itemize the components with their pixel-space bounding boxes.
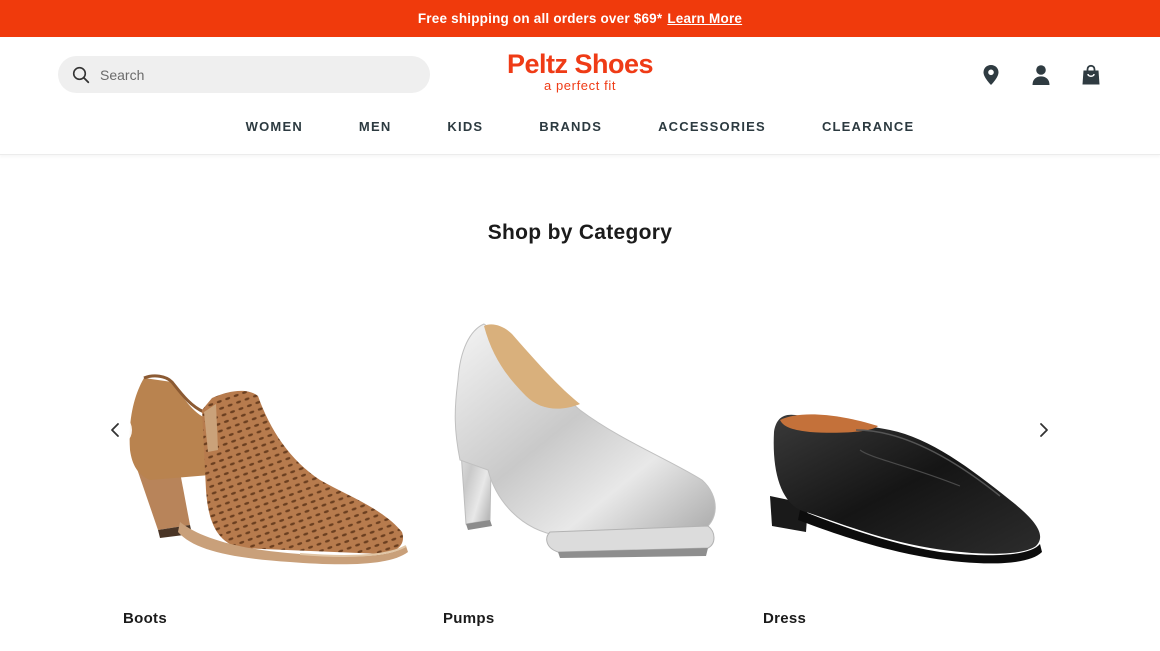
carousel-next-button[interactable] [1027, 413, 1061, 447]
nav-women[interactable]: WOMEN [246, 119, 303, 134]
dress-image [770, 414, 1042, 564]
nav-brands[interactable]: BRANDS [539, 119, 602, 134]
category-carousel: Boots Pumps Dress [0, 300, 1160, 640]
nav-men[interactable]: MEN [359, 119, 392, 134]
boots-image [129, 374, 408, 565]
search-bar[interactable] [58, 56, 430, 93]
nav-kids[interactable]: KIDS [447, 119, 483, 134]
header-icons [980, 64, 1102, 86]
nav-clearance[interactable]: CLEARANCE [822, 119, 914, 134]
category-label-boots: Boots [123, 610, 167, 627]
pumps-image [454, 323, 716, 558]
brand-name: Peltz Shoes [506, 49, 654, 79]
search-icon [72, 66, 90, 84]
search-input[interactable] [100, 66, 400, 83]
learn-more-link[interactable]: Learn More [667, 11, 742, 26]
category-card-pumps[interactable]: Pumps [440, 300, 760, 640]
chevron-right-icon [1040, 423, 1048, 437]
main-nav: WOMEN MEN KIDS BRANDS ACCESSORIES CLEARA… [0, 116, 1160, 136]
carousel-prev-button[interactable] [98, 413, 132, 447]
location-pin-icon[interactable] [980, 64, 1002, 86]
brand-logo[interactable]: Peltz Shoes a perfect fit [480, 49, 680, 93]
category-label-pumps: Pumps [443, 610, 495, 627]
shopping-bag-icon[interactable] [1080, 64, 1102, 86]
nav-accessories[interactable]: ACCESSORIES [658, 119, 766, 134]
account-icon[interactable] [1030, 64, 1052, 86]
promo-text: Free shipping on all orders over $69* [417, 11, 663, 26]
brand-tagline: a perfect fit [543, 78, 617, 93]
chevron-left-icon [111, 423, 119, 437]
section-title: Shop by Category [487, 221, 673, 244]
category-label-dress: Dress [763, 610, 807, 627]
promo-bar: Free shipping on all orders over $69* Le… [0, 0, 1160, 37]
category-card-boots[interactable]: Boots [120, 300, 440, 640]
category-card-dress[interactable]: Dress [760, 300, 1080, 640]
site-header: Peltz Shoes a perfect fit WOMEN MEN KIDS… [0, 37, 1160, 155]
